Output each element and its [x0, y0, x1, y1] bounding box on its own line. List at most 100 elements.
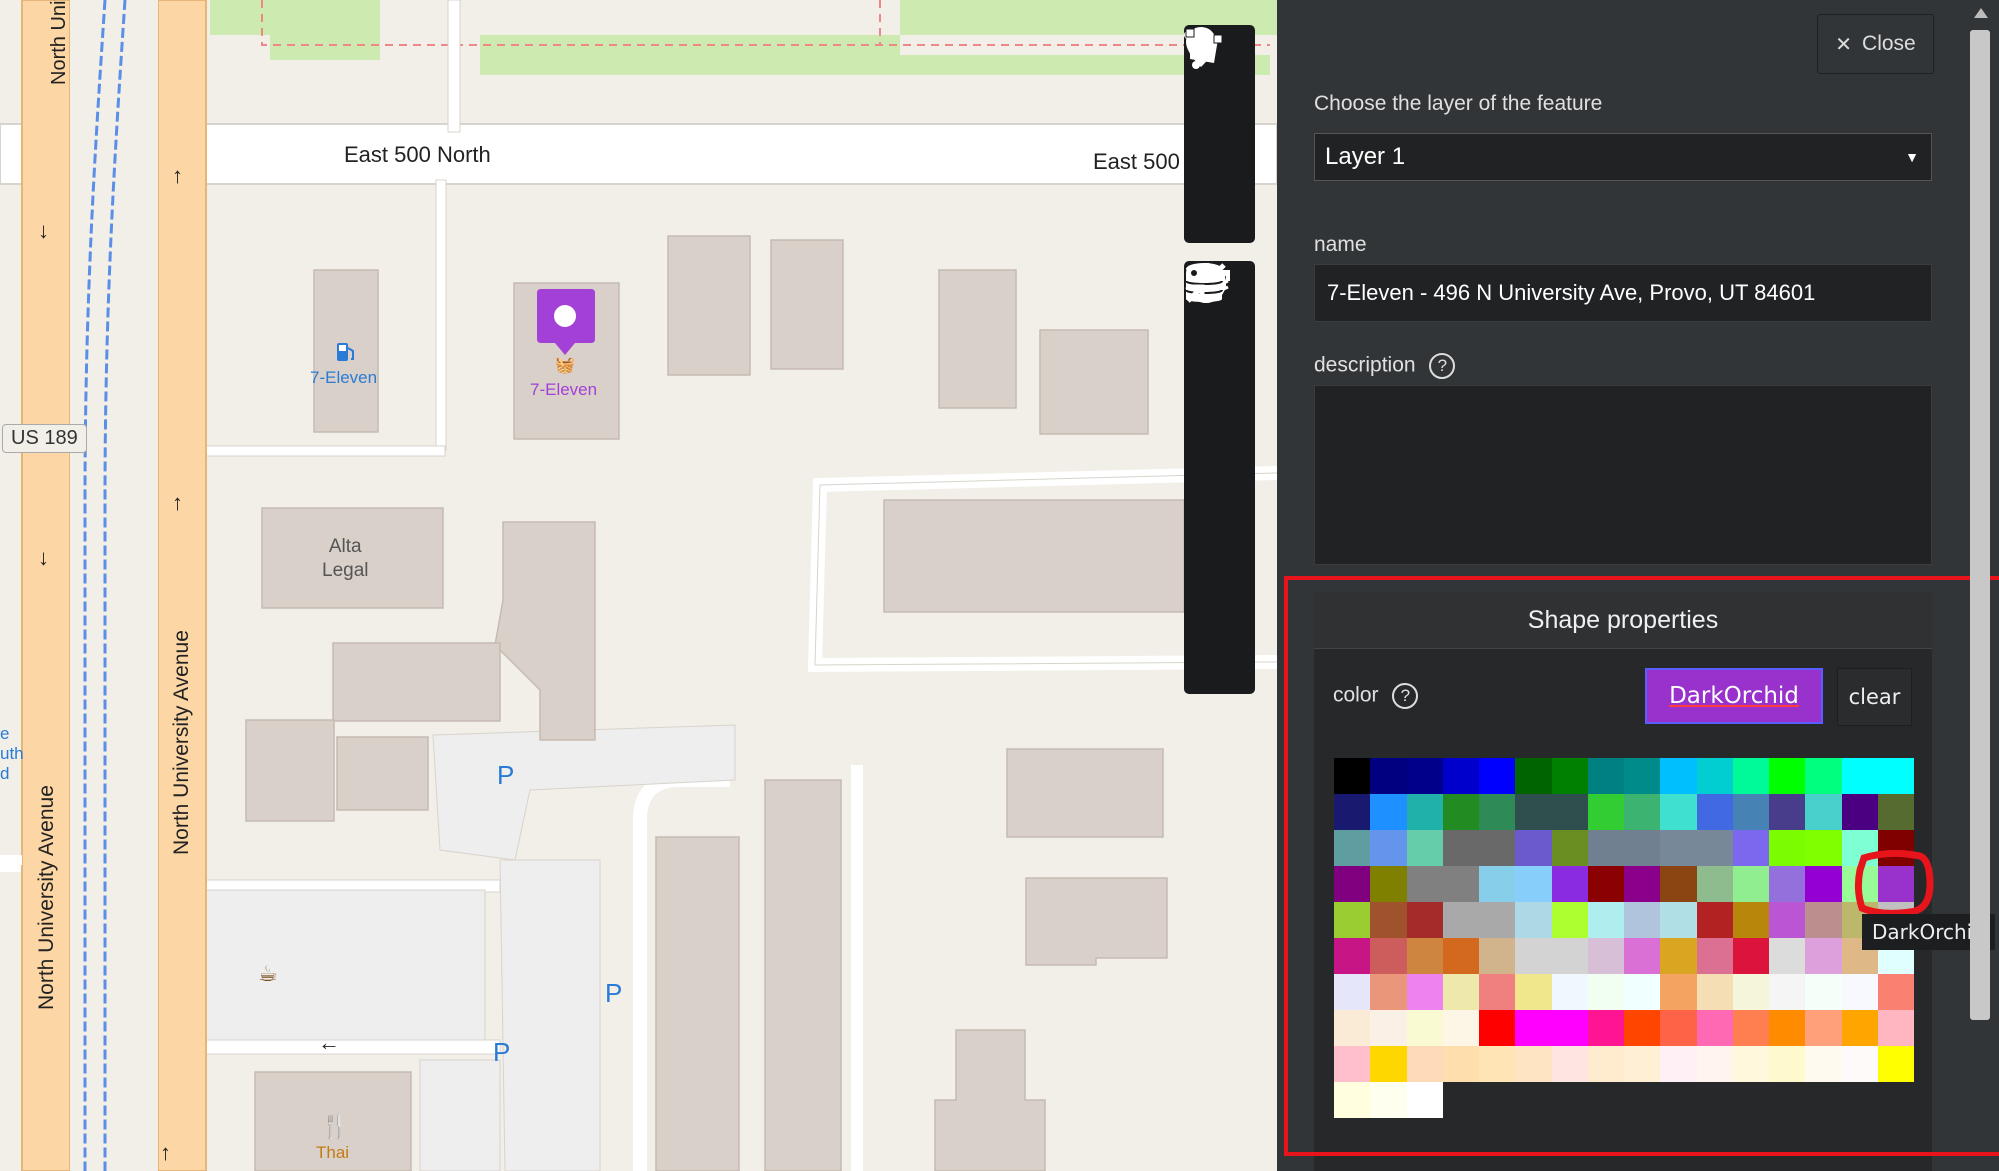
color-swatch[interactable] — [1370, 794, 1407, 830]
color-swatch[interactable] — [1696, 1046, 1733, 1082]
color-swatch[interactable] — [1877, 758, 1914, 794]
color-swatch[interactable] — [1660, 866, 1697, 902]
color-swatch[interactable] — [1334, 938, 1371, 974]
color-swatch[interactable] — [1406, 830, 1443, 866]
color-swatch[interactable] — [1442, 974, 1479, 1010]
color-swatch[interactable] — [1551, 866, 1588, 902]
color-swatch[interactable] — [1877, 1010, 1914, 1046]
data-button[interactable] — [1184, 263, 1255, 549]
color-swatch[interactable] — [1624, 758, 1661, 794]
color-swatch[interactable] — [1587, 794, 1624, 830]
color-swatch[interactable] — [1624, 1046, 1661, 1082]
color-swatch[interactable] — [1479, 974, 1516, 1010]
color-swatch[interactable] — [1732, 830, 1769, 866]
color-swatch[interactable] — [1805, 866, 1842, 902]
color-swatch[interactable] — [1624, 866, 1661, 902]
color-swatch[interactable] — [1370, 902, 1407, 938]
color-swatch[interactable] — [1660, 794, 1697, 830]
color-swatch[interactable] — [1841, 974, 1878, 1010]
color-swatch[interactable] — [1841, 794, 1878, 830]
clear-color-button[interactable]: clear — [1837, 668, 1912, 726]
color-swatch[interactable] — [1805, 758, 1842, 794]
color-swatch[interactable] — [1370, 1010, 1407, 1046]
color-swatch[interactable] — [1660, 830, 1697, 866]
color-swatch[interactable] — [1841, 1046, 1878, 1082]
color-swatch[interactable] — [1370, 866, 1407, 902]
color-swatch[interactable] — [1732, 902, 1769, 938]
color-swatch[interactable] — [1442, 902, 1479, 938]
color-swatch[interactable] — [1624, 830, 1661, 866]
color-swatch[interactable] — [1515, 974, 1552, 1010]
color-swatch[interactable] — [1877, 974, 1914, 1010]
color-swatch[interactable] — [1515, 902, 1552, 938]
description-textarea[interactable] — [1314, 385, 1932, 565]
layer-select[interactable]: Layer 1 ▼ — [1314, 133, 1932, 181]
color-swatch[interactable] — [1587, 1046, 1624, 1082]
color-swatch[interactable] — [1696, 866, 1733, 902]
poi-label-7-eleven-shop[interactable]: 7-Eleven — [530, 380, 597, 400]
color-swatch[interactable] — [1624, 1010, 1661, 1046]
color-swatch[interactable] — [1624, 974, 1661, 1010]
color-swatch[interactable] — [1370, 830, 1407, 866]
color-swatch[interactable] — [1406, 758, 1443, 794]
color-swatch[interactable] — [1515, 758, 1552, 794]
color-swatch[interactable] — [1406, 1010, 1443, 1046]
color-swatch[interactable] — [1442, 830, 1479, 866]
color-swatch[interactable] — [1624, 794, 1661, 830]
color-swatch[interactable] — [1479, 758, 1516, 794]
color-swatch[interactable] — [1406, 938, 1443, 974]
color-swatch[interactable] — [1841, 1010, 1878, 1046]
color-swatch[interactable] — [1334, 1010, 1371, 1046]
color-swatch[interactable] — [1696, 794, 1733, 830]
color-swatch[interactable] — [1479, 902, 1516, 938]
color-swatch[interactable] — [1551, 758, 1588, 794]
color-swatch[interactable] — [1334, 974, 1371, 1010]
color-swatch[interactable] — [1442, 866, 1479, 902]
color-swatch[interactable] — [1515, 938, 1552, 974]
poi-label-7-eleven-fuel[interactable]: 7-Eleven — [310, 368, 377, 388]
color-swatch[interactable] — [1841, 758, 1878, 794]
color-swatch[interactable] — [1660, 938, 1697, 974]
color-swatch[interactable] — [1587, 866, 1624, 902]
color-swatch[interactable] — [1769, 758, 1806, 794]
color-swatch[interactable] — [1587, 1010, 1624, 1046]
name-input[interactable]: 7-Eleven - 496 N University Ave, Provo, … — [1314, 264, 1932, 322]
color-swatch[interactable] — [1732, 1046, 1769, 1082]
color-swatch[interactable] — [1805, 794, 1842, 830]
poi-label-alta-legal[interactable]: Alta Legal — [322, 535, 369, 583]
color-swatch[interactable] — [1551, 794, 1588, 830]
color-swatch[interactable] — [1732, 758, 1769, 794]
color-swatch[interactable] — [1660, 1010, 1697, 1046]
color-swatch[interactable] — [1406, 1082, 1443, 1118]
color-swatch[interactable] — [1696, 938, 1733, 974]
color-swatch[interactable] — [1479, 794, 1516, 830]
color-swatch[interactable] — [1479, 938, 1516, 974]
color-swatch[interactable] — [1334, 902, 1371, 938]
color-swatch[interactable] — [1442, 938, 1479, 974]
color-swatch[interactable] — [1660, 758, 1697, 794]
color-input[interactable]: DarkOrchid — [1645, 668, 1823, 724]
color-swatch[interactable] — [1370, 938, 1407, 974]
color-swatch[interactable] — [1370, 758, 1407, 794]
color-swatch[interactable] — [1587, 938, 1624, 974]
color-swatch[interactable] — [1877, 794, 1914, 830]
color-swatch[interactable] — [1624, 938, 1661, 974]
color-swatch[interactable] — [1769, 938, 1806, 974]
color-swatch[interactable] — [1551, 830, 1588, 866]
color-swatch[interactable] — [1587, 974, 1624, 1010]
color-swatch[interactable] — [1442, 794, 1479, 830]
color-swatch[interactable] — [1769, 830, 1806, 866]
color-swatch[interactable] — [1587, 902, 1624, 938]
color-swatch[interactable] — [1551, 1010, 1588, 1046]
color-swatch[interactable] — [1732, 866, 1769, 902]
color-swatch[interactable] — [1696, 830, 1733, 866]
layers-button[interactable] — [1184, 265, 1255, 477]
permissions-button[interactable] — [1184, 265, 1255, 693]
color-swatch[interactable] — [1370, 974, 1407, 1010]
color-swatch[interactable] — [1805, 830, 1842, 866]
color-swatch[interactable] — [1334, 1046, 1371, 1082]
color-swatch[interactable] — [1551, 1046, 1588, 1082]
color-swatch[interactable] — [1370, 1082, 1407, 1118]
color-swatch[interactable] — [1479, 1046, 1516, 1082]
color-swatch[interactable] — [1551, 938, 1588, 974]
